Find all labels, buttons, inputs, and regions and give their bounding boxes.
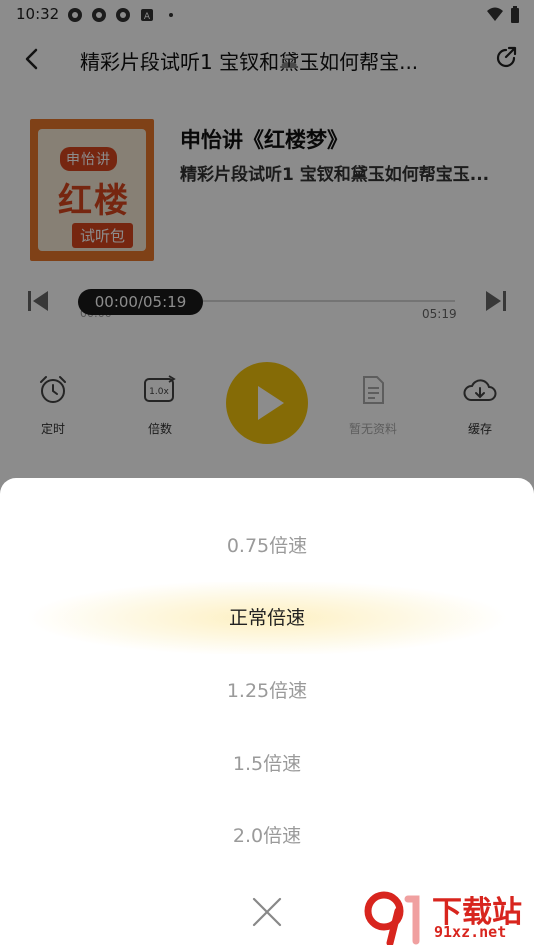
speed-option[interactable]: 1.5倍速 bbox=[0, 728, 534, 800]
speed-option-selected[interactable]: 正常倍速 bbox=[0, 582, 534, 654]
watermark-domain: 91xz.net bbox=[434, 923, 507, 941]
close-icon[interactable] bbox=[251, 896, 283, 928]
watermark-logo-icon bbox=[364, 891, 420, 945]
speed-option[interactable]: 0.75倍速 bbox=[0, 510, 534, 582]
player-screen: 10:32 A 精彩片段试听1 宝钗和黛玉如何帮宝... 申怡讲 红楼 试听包 … bbox=[0, 0, 534, 950]
speed-option[interactable]: 2.0倍速 bbox=[0, 800, 534, 872]
speed-sheet: 0.75倍速 正常倍速 1.25倍速 1.5倍速 2.0倍速 bbox=[0, 478, 534, 950]
speed-option[interactable]: 1.25倍速 bbox=[0, 655, 534, 727]
watermark: 下载站 91xz.net bbox=[360, 885, 530, 945]
